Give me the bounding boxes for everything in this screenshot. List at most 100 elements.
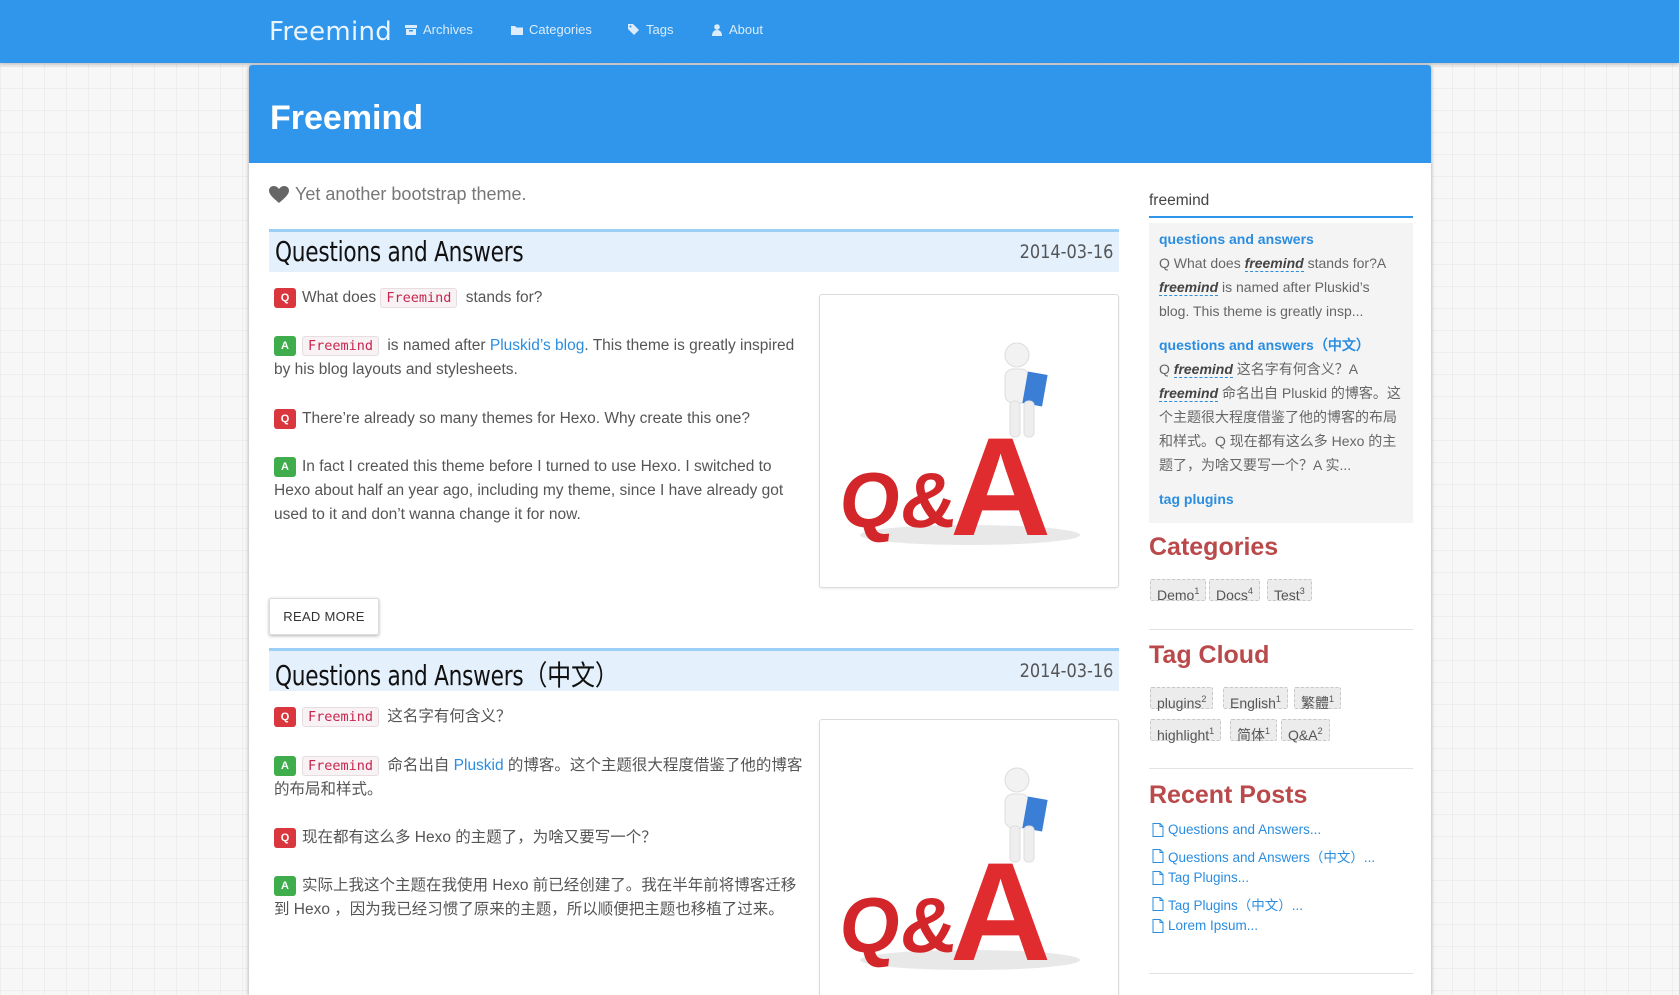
main-panel: Freemind Yet another bootstrap theme. Qu… [249,65,1431,995]
question-badge: Q [274,288,296,308]
tag-chip[interactable]: 简体1 [1230,719,1278,743]
inline-code: Freemind [302,707,380,727]
search-result-title[interactable]: questions and answers（中文） [1159,333,1403,357]
pluskid-link[interactable]: Pluskid [454,757,504,774]
qa-line: A In fact I created this theme before I t… [274,455,804,527]
question-badge: Q [274,828,296,848]
qa-line: Q What does Freemind stands for? [274,286,804,310]
svg-text:A: A [950,408,1051,565]
divider [1149,973,1413,974]
recent-post-label: Lorem Ipsum... [1168,918,1259,933]
svg-text:A: A [950,833,1051,990]
search-result-excerpt: Q freemind 这名字有何含义？A freemind 命名出自 Plusk… [1159,361,1401,473]
nav-about[interactable]: About [711,22,763,37]
site-title: Freemind [270,99,424,137]
post-title-link[interactable]: Questions and Answers（中文） [275,654,619,694]
search-results: questions and answers Q What does freemi… [1149,223,1413,523]
site-header: Freemind [249,65,1431,163]
recent-posts-heading: Recent Posts [1149,781,1308,809]
qa-text: stands for? [461,289,543,306]
tag-cloud-heading: Tag Cloud [1149,641,1270,669]
divider [1149,629,1413,630]
file-icon [1152,870,1164,885]
post-header: Questions and Answers（中文） 2014-03-16 [269,648,1119,694]
qa-text: is named after [383,337,490,354]
inline-code: Freemind [380,288,458,308]
file-icon [1152,897,1164,911]
qa-line: A 实际上我这个主题在我使用 Hexo 前已经创建了。我在半年前将博客迁移到 He… [274,874,804,922]
recent-post-label: Questions and Answers... [1168,822,1322,837]
qa-text: There’re already so many themes for Hexo… [302,410,750,427]
nav-tags-label: Tags [646,22,674,37]
qa-illustration: Q& A [836,342,1080,565]
answer-badge: A [274,876,296,896]
recent-post-link[interactable]: Lorem Ipsum... [1152,918,1258,933]
search-input[interactable] [1149,185,1413,218]
categories-heading: Categories [1149,533,1279,561]
search-result-title[interactable]: questions and answers [1159,227,1403,251]
recent-post-link[interactable]: Questions and Answers... [1152,822,1321,837]
qa-line: Q Freemind 这名字有何含义？ [274,705,804,729]
post-thumbnail[interactable]: Q& A [819,719,1119,995]
tagline: Yet another bootstrap theme. [269,184,527,205]
divider [1149,768,1413,769]
search-result-title[interactable]: tag plugins [1159,487,1403,511]
pluskid-blog-link[interactable]: Pluskid’s blog [490,337,585,354]
post-date: 2014-03-16 [1019,660,1113,682]
qa-text: 实际上我这个主题在我使用 Hexo 前已经创建了。我在半年前将博客迁移到 Hex… [274,877,797,918]
answer-badge: A [274,457,296,477]
tagline-text: Yet another bootstrap theme. [295,184,527,204]
qa-line: A Freemind is named after Pluskid’s blog.… [274,334,804,382]
question-badge: Q [274,707,296,727]
file-icon [1152,918,1164,933]
recent-post-label: Tag Plugins... [1168,870,1250,885]
answer-badge: A [274,756,296,776]
tag-chip[interactable]: plugins2 [1150,687,1214,711]
category-chip[interactable]: Test3 [1267,579,1312,603]
inline-code: Freemind [302,756,380,776]
nav-archives-label: Archives [423,22,473,37]
recent-post-label: Tag Plugins（中文）... [1168,898,1304,913]
user-icon [712,23,722,36]
qa-line: A Freemind 命名出自 Pluskid 的博客。这个主题很大程度借鉴了他的… [274,754,804,802]
file-icon [1152,849,1164,863]
recent-post-link[interactable]: Tag Plugins（中文）... [1152,894,1303,914]
archive-icon [405,24,417,35]
nav-categories-label: Categories [529,22,592,37]
recent-post-link[interactable]: Tag Plugins... [1152,870,1249,885]
svg-text:Q&: Q& [836,456,962,544]
navbar: Freemind Archives Categories Tags About [0,0,1679,63]
heart-icon [269,185,289,203]
tag-chip[interactable]: Q&A2 [1281,719,1330,743]
tag-chip[interactable]: English1 [1223,687,1288,711]
qa-line: Q There’re already so many themes for Hex… [274,407,804,431]
svg-text:Q&: Q& [836,881,962,969]
post-title-link[interactable]: Questions and Answers [275,235,524,268]
tag-chip[interactable]: highlight1 [1150,719,1222,743]
post-header: Questions and Answers 2014-03-16 [269,229,1119,272]
inline-code: Freemind [302,336,380,356]
qa-line: Q 现在都有这么多 Hexo 的主题了，为啥又要写一个？ [274,826,804,850]
read-more-button[interactable]: READ MORE [269,598,379,635]
nav-archives[interactable]: Archives [405,22,473,37]
brand-logo[interactable]: Freemind [269,17,392,47]
category-chip[interactable]: Docs4 [1209,579,1260,603]
file-icon [1152,822,1164,837]
recent-post-link[interactable]: Questions and Answers（中文）... [1152,846,1375,866]
recent-post-label: Questions and Answers（中文）... [1168,850,1376,865]
qa-text: 命名出自 [383,757,454,774]
qa-illustration: Q& A [836,767,1080,990]
nav-about-label: About [729,22,763,37]
folder-icon [511,25,523,35]
post-thumbnail[interactable]: Q& A [819,294,1119,588]
nav-tags[interactable]: Tags [628,22,673,37]
qa-text: 这名字有何含义？ [383,708,512,725]
qa-text: What does [302,289,381,306]
qa-text: 现在都有这么多 Hexo 的主题了，为啥又要写一个？ [302,829,657,846]
post-date: 2014-03-16 [1019,241,1113,263]
question-badge: Q [274,409,296,429]
nav-categories[interactable]: Categories [511,22,592,37]
tag-chip[interactable]: 繁體1 [1294,687,1342,711]
qa-text: In fact I created this theme before I tu… [274,458,784,523]
category-chip[interactable]: Demo1 [1150,579,1207,603]
